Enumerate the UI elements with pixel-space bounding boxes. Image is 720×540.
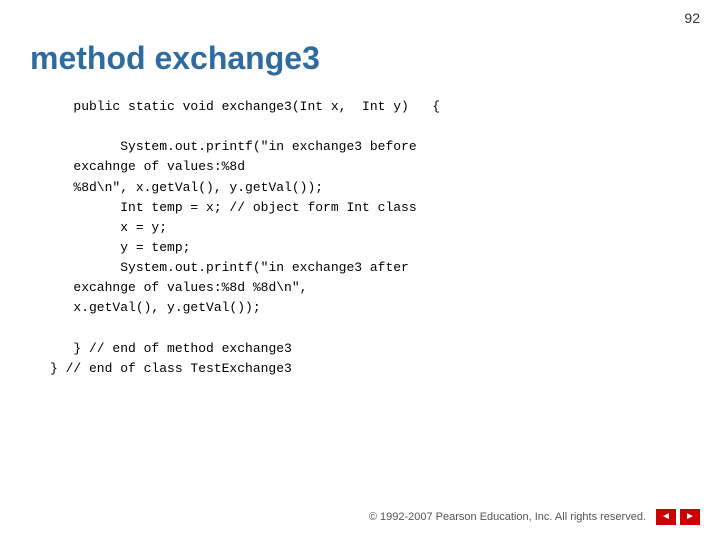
prev-button[interactable]: ◄ [656,509,676,525]
code-line-11: x.getVal(), y.getVal()); [50,300,261,315]
code-line-3: System.out.printf("in exchange3 before [50,139,417,154]
copyright-text: © 1992-2007 Pearson Education, Inc. All … [369,511,646,523]
code-line-13: } // end of method exchange3 [50,341,292,356]
code-line-8: y = temp; [50,240,190,255]
code-line-14: } // end of class TestExchange3 [50,361,292,376]
next-button[interactable]: ► [680,509,700,525]
code-line-10: excahnge of values:%8d %8d\n", [50,280,307,295]
nav-buttons: ◄ ► [656,509,700,525]
slide-title: method exchange3 [30,40,690,77]
slide-container: 92 method exchange3 public static void e… [0,0,720,540]
next-arrow-icon: ► [685,512,695,522]
code-line-7: x = y; [50,220,167,235]
code-line-5: %8d\n", x.getVal(), y.getVal()); [50,180,323,195]
code-block: public static void exchange3(Int x, Int … [50,97,690,379]
code-line-4: excahnge of values:%8d [50,159,245,174]
code-line-1: public static void exchange3(Int x, Int … [50,99,440,114]
prev-arrow-icon: ◄ [661,512,671,522]
footer: © 1992-2007 Pearson Education, Inc. All … [369,509,700,525]
code-line-6: Int temp = x; // object form Int class [50,200,417,215]
code-line-9: System.out.printf("in exchange3 after [50,260,409,275]
slide-number: 92 [684,10,700,26]
